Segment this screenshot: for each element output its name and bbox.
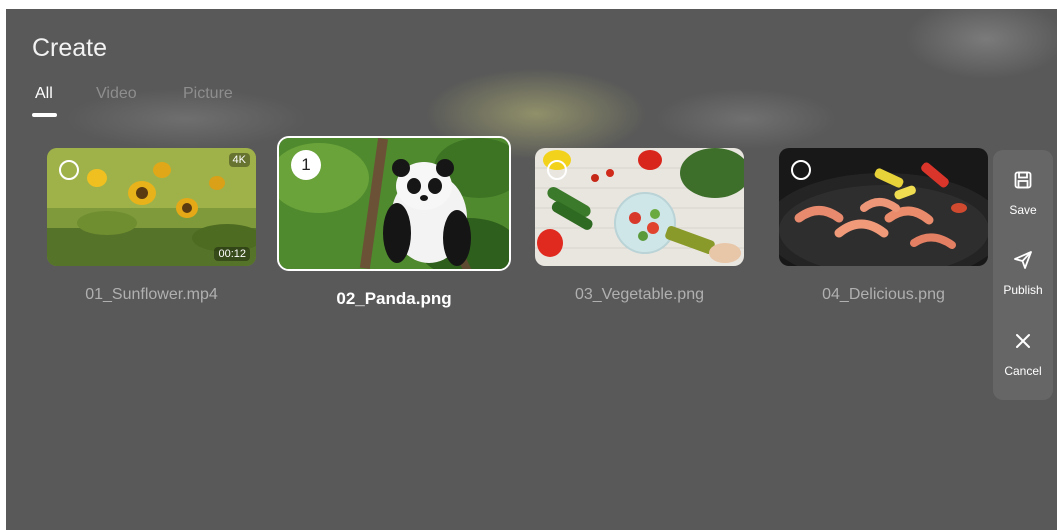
thumbnail-sunflower[interactable]: 4K 00:12 (47, 148, 256, 266)
create-screen: Create All Video Picture 4K 00:12 01_Sun… (6, 9, 1057, 530)
cancel-label: Cancel (1004, 364, 1042, 378)
media-caption: 01_Sunflower.mp4 (85, 286, 218, 303)
thumbnail-delicious[interactable] (779, 148, 988, 266)
video-duration: 00:12 (214, 247, 250, 261)
page-title: Create (32, 34, 108, 62)
tab-video[interactable]: Video (96, 85, 137, 103)
quality-badge: 4K (228, 153, 250, 167)
thumbnail-vegetable[interactable] (535, 148, 744, 266)
selection-circle[interactable] (547, 160, 567, 180)
publish-button[interactable]: Publish (993, 250, 1053, 310)
active-tab-indicator (32, 113, 57, 117)
close-icon (1013, 331, 1033, 356)
media-caption: 02_Panda.png (336, 289, 452, 308)
blurred-background (6, 9, 1057, 159)
media-caption: 04_Delicious.png (822, 286, 945, 303)
tab-all[interactable]: All (35, 85, 53, 103)
thumbnail-panda[interactable]: 1 (279, 138, 509, 269)
selection-circle[interactable] (791, 160, 811, 180)
publish-label: Publish (1003, 283, 1043, 297)
selection-order-badge[interactable]: 1 (291, 150, 321, 180)
tab-picture[interactable]: Picture (183, 85, 233, 103)
save-button[interactable]: Save (993, 170, 1053, 230)
side-action-panel: Save Publish Cancel (993, 150, 1053, 400)
send-icon (1013, 250, 1033, 275)
selection-circle[interactable] (59, 160, 79, 180)
save-icon (1013, 170, 1033, 195)
media-caption: 03_Vegetable.png (574, 286, 704, 303)
save-label: Save (1009, 203, 1037, 217)
cancel-button[interactable]: Cancel (993, 331, 1053, 391)
